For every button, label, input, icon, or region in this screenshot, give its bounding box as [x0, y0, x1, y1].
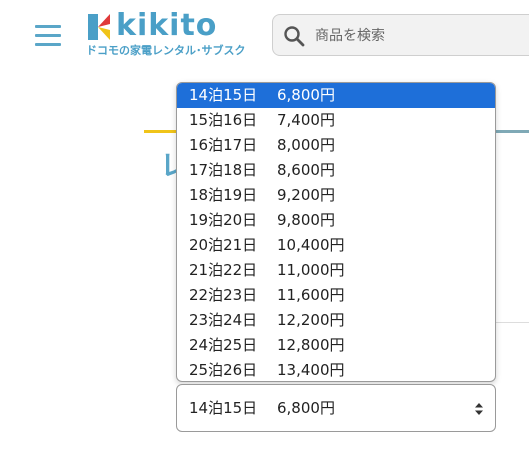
select-arrows-icon	[475, 403, 483, 415]
rental-period-option[interactable]: 14泊15日 6,800円	[177, 83, 495, 108]
option-price: 11,600円	[277, 286, 345, 304]
rental-period-option[interactable]: 21泊22日 11,000円	[177, 258, 495, 283]
hamburger-bar	[35, 34, 61, 37]
option-days: 21泊22日	[189, 261, 258, 279]
rental-period-select[interactable]: 14泊15日 6,800円	[176, 384, 496, 432]
hamburger-bar	[35, 43, 61, 46]
section-divider-line	[493, 130, 529, 133]
rental-period-option[interactable]: 17泊18日 8,600円	[177, 158, 495, 183]
logo-tagline: ドコモの家電レンタル･サブスク	[86, 44, 246, 57]
rental-period-option[interactable]: 16泊17日 8,000円	[177, 133, 495, 158]
option-days: 14泊15日	[189, 86, 258, 104]
option-days: 20泊21日	[189, 236, 258, 254]
logo-mark-icon	[88, 14, 110, 40]
rental-period-option[interactable]: 18泊19日 9,200円	[177, 183, 495, 208]
search-input[interactable]	[313, 15, 529, 57]
option-days: 19泊20日	[189, 211, 258, 229]
rental-period-option[interactable]: 15泊16日 7,400円	[177, 108, 495, 133]
option-days: 23泊24日	[189, 311, 258, 329]
option-price: 13,400円	[277, 361, 345, 379]
rental-period-selected-value: 14泊15日 6,800円	[189, 385, 335, 431]
rental-period-option[interactable]: 25泊26日 13,400円	[177, 358, 495, 381]
rental-period-options-list[interactable]: 14泊15日 6,800円 15泊16日 7,400円 16泊17日 8,000円 17泊1…	[176, 82, 496, 382]
option-days: 16泊17日	[189, 136, 258, 154]
hamburger-menu-button[interactable]	[35, 25, 61, 46]
option-price: 6,800円	[277, 86, 335, 104]
search-box[interactable]	[272, 14, 529, 57]
logo-wordmark: kikito	[116, 8, 218, 43]
selected-days: 14泊15日	[189, 399, 258, 417]
selected-price: 6,800円	[277, 399, 335, 417]
rental-period-option[interactable]: 24泊25日 12,800円	[177, 333, 495, 358]
option-days: 15泊16日	[189, 111, 258, 129]
option-price: 8,600円	[277, 161, 335, 179]
option-days: 25泊26日	[189, 361, 258, 379]
option-days: 24泊25日	[189, 336, 258, 354]
option-price: 7,400円	[277, 111, 335, 129]
option-days: 22泊23日	[189, 286, 258, 304]
option-price: 12,200円	[277, 311, 345, 329]
option-price: 8,000円	[277, 136, 335, 154]
option-price: 11,000円	[277, 261, 345, 279]
rental-period-option[interactable]: 23泊24日 12,200円	[177, 308, 495, 333]
site-logo[interactable]: kikito ドコモの家電レンタル･サブスク	[86, 8, 256, 62]
option-days: 18泊19日	[189, 186, 258, 204]
option-price: 12,800円	[277, 336, 345, 354]
option-days: 17泊18日	[189, 161, 258, 179]
search-icon[interactable]	[283, 25, 305, 47]
rental-period-option[interactable]: 22泊23日 11,600円	[177, 283, 495, 308]
option-price: 9,200円	[277, 186, 335, 204]
rental-period-option[interactable]: 19泊20日 9,800円	[177, 208, 495, 233]
option-price: 9,800円	[277, 211, 335, 229]
rental-period-option[interactable]: 20泊21日 10,400円	[177, 233, 495, 258]
hamburger-bar	[35, 25, 61, 28]
content-divider	[494, 322, 529, 323]
option-price: 10,400円	[277, 236, 345, 254]
